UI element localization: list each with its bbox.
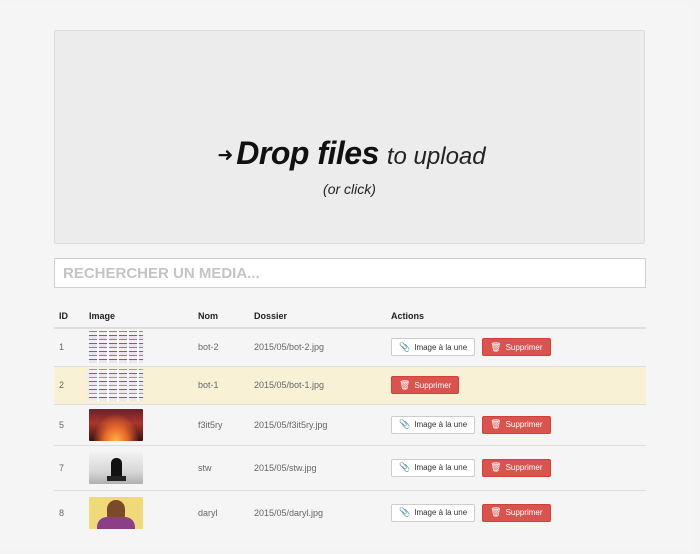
row-folder: 2015/05/stw.jpg [249,444,386,490]
row-folder: 2015/05/bot-1.jpg [249,365,386,404]
delete-button[interactable]: 🗑 Supprimer [482,503,551,522]
delete-label: Supprimer [505,508,543,518]
trash-icon: 🗑 [399,379,411,390]
col-actions-header: Actions [386,304,646,329]
row-id: 2 [54,365,84,404]
media-thumbnail[interactable] [89,496,143,529]
delete-button[interactable]: 🗑 Supprimer [391,376,460,394]
dropzone-subtitle: (or click) [323,181,376,197]
row-folder: 2015/05/f3it5ry.jpg [249,403,386,445]
row-name: daryl [193,489,249,535]
media-thumbnail[interactable] [89,451,143,484]
dropzone-title-light: to upload [386,143,486,170]
media-thumbnail[interactable] [89,369,143,401]
featured-image-button[interactable]: 📎 Image à la une [391,415,476,434]
row-name: bot-2 [193,327,249,366]
media-table: ID Image Nom Dossier Actions 1 bot-2 201… [54,304,646,535]
media-search-input[interactable] [54,258,646,288]
featured-image-label: Image à la une [414,463,468,472]
col-image-header: Image [84,304,193,329]
delete-button[interactable]: 🗑 Supprimer [482,338,551,357]
row-name: bot-1 [193,365,249,404]
table-header-row: ID Image Nom Dossier Actions [54,304,646,329]
table-row: 8 daryl 2015/05/daryl.jpg 📎 Image à la un… [54,489,646,535]
row-image-cell [84,403,193,445]
row-folder: 2015/05/daryl.jpg [249,489,386,535]
row-id: 8 [54,489,84,535]
col-name-header: Nom [193,304,249,329]
trash-icon: 🗑 [490,419,502,429]
row-id: 7 [54,444,84,490]
row-actions: 📎 Image à la une 🗑 Supprimer [386,489,646,535]
featured-image-label: Image à la une [414,342,468,352]
row-actions: 🗑 Supprimer [386,365,646,404]
dropzone-message: ➜ Drop files to upload [55,135,644,172]
row-id: 1 [54,327,84,366]
trash-icon: 🗑 [490,462,502,472]
row-name: stw [193,444,249,490]
featured-image-button[interactable]: 📎 Image à la une [391,458,476,477]
featured-image-button[interactable]: 📎 Image à la une [391,338,476,357]
delete-label: Supprimer [505,420,543,429]
row-folder: 2015/05/bot-2.jpg [249,327,386,366]
featured-image-label: Image à la une [414,420,468,429]
delete-label: Supprimer [505,463,543,472]
table-row: 1 bot-2 2015/05/bot-2.jpg 📎 Image à la un… [54,327,646,366]
row-image-cell [84,365,193,404]
thumbnail-figure-base [107,475,126,481]
row-id: 5 [54,403,84,445]
paperclip-icon: 📎 [399,507,411,518]
delete-button[interactable]: 🗑 Supprimer [482,458,551,477]
table-row: 5 f3it5ry 2015/05/f3it5ry.jpg 📎 Image à l… [54,403,646,445]
featured-image-button[interactable]: 📎 Image à la une [391,503,476,522]
paperclip-icon: 📎 [399,341,411,352]
row-actions: 📎 Image à la une 🗑 Supprimer [386,403,646,445]
dropzone-title-strong: Drop files [236,135,379,171]
media-thumbnail[interactable] [89,408,143,441]
col-folder-header: Dossier [249,304,386,329]
paperclip-icon: 📎 [399,419,411,429]
paperclip-icon: 📎 [399,462,411,472]
thumbnail-body [97,516,135,529]
media-manager: ➜ Drop files to upload (or click) ID Ima… [0,4,692,550]
file-dropzone[interactable]: ➜ Drop files to upload (or click) [54,30,645,244]
delete-label: Supprimer [505,342,543,352]
row-name: f3it5ry [193,403,249,445]
col-id-header: ID [54,304,84,329]
table-row: 7 stw 2015/05/stw.jpg 📎 Image à la une 🗑 Su… [54,444,646,490]
arrow-right-icon: ➜ [217,145,234,166]
row-image-cell [84,327,193,366]
row-actions: 📎 Image à la une 🗑 Supprimer [386,444,646,490]
row-actions: 📎 Image à la une 🗑 Supprimer [386,327,646,366]
row-image-cell [84,489,193,535]
trash-icon: 🗑 [490,507,502,518]
media-thumbnail[interactable] [89,331,143,364]
trash-icon: 🗑 [490,341,502,352]
delete-button[interactable]: 🗑 Supprimer [482,415,551,434]
delete-label: Supprimer [414,380,452,390]
table-row: 2 bot-1 2015/05/bot-1.jpg 🗑 Supprimer [54,365,646,404]
row-image-cell [84,444,193,490]
featured-image-label: Image à la une [414,508,468,518]
